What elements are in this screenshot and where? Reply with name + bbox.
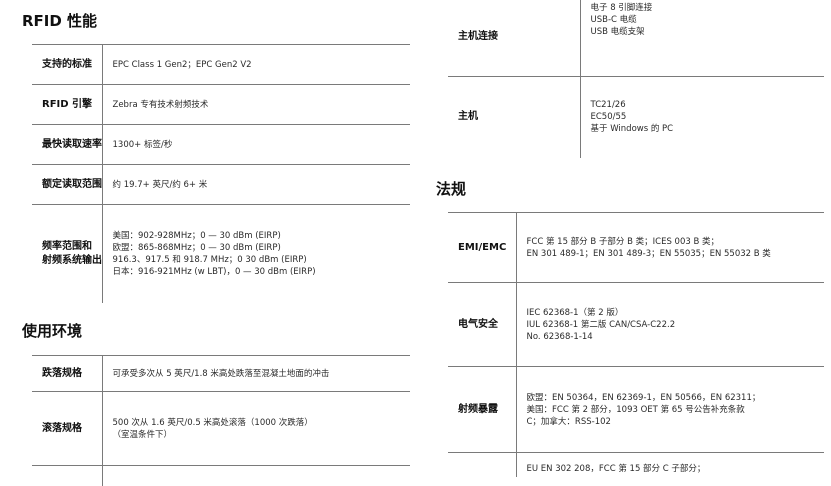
spec-value: 约 19.7+ 英尺/约 6+ 米 [101, 164, 410, 205]
table-row: EMI/EMC FCC 第 15 部分 B 子部分 B 类；ICES 003 B… [448, 212, 824, 283]
section-title-regulatory: 法规 [436, 180, 467, 198]
spec-key: 支持的标准 [32, 44, 103, 85]
table-row: RFID 引擎 Zebra 专有技术射频技术 [32, 84, 410, 125]
spec-value: EU EN 302 208，FCC 第 15 部分 C 子部分； [515, 452, 824, 477]
environment-spec-table: 跌落规格 可承受多次从 5 英尺/1.8 米高处跌落至混凝土地面的冲击 滚落规格… [32, 355, 410, 486]
table-row: 额定读取范围 约 19.7+ 英尺/约 6+ 米 [32, 164, 410, 205]
spec-key: 主机连接 [448, 0, 581, 77]
spec-key-line: 支持的标准 [42, 58, 92, 70]
table-row: 主机连接 电子 8 引脚连接 USB-C 电缆 USB 电缆支架 [448, 0, 824, 77]
table-row: 支持的标准 EPC Class 1 Gen2；EPC Gen2 V2 [32, 44, 410, 85]
spec-value: 可承受多次从 5 英尺/1.8 米高处跌落至混凝土地面的冲击 [101, 355, 410, 392]
spec-value-line: 916.3、917.5 和 918.7 MHz；0 30 dBm (EIRP) [112, 254, 307, 265]
spec-value: 美国：902-928MHz；0 — 30 dBm (EIRP) 欧盟：865-8… [101, 204, 410, 303]
regulatory-spec-table: EMI/EMC FCC 第 15 部分 B 子部分 B 类；ICES 003 B… [448, 212, 824, 477]
spec-value-line: 500 次从 1.6 英尺/0.5 米高处滚落（1000 次跌落） [112, 417, 313, 428]
spec-key: 主机 [448, 75, 581, 158]
spec-value-line: 欧盟：EN 50364，EN 62369-1，EN 50566，EN 62311… [526, 392, 761, 403]
section-title-rfid: RFID 性能 [22, 12, 98, 30]
spec-value-line: 日本：916-921MHz (w LBT)，0 — 30 dBm (EIRP) [112, 266, 316, 277]
spec-key-line: 滚落规格 [42, 422, 82, 434]
spec-value-line: EN 301 489-1；EN 301 489-3；EN 55035；EN 55… [526, 248, 771, 259]
table-row: 跌落规格 可承受多次从 5 英尺/1.8 米高处跌落至混凝土地面的冲击 [32, 355, 410, 392]
spec-value-line: No. 62368-1-14 [526, 331, 593, 342]
spec-value: EPC Class 1 Gen2；EPC Gen2 V2 [101, 44, 410, 85]
spec-value-line: 电子 8 引脚连接 [590, 3, 653, 13]
spec-value: IEC 62368-1（第 2 版） IUL 62368-1 第二版 CAN/C… [515, 282, 824, 367]
rfid-spec-table: 支持的标准 EPC Class 1 Gen2；EPC Gen2 V2 RFID … [32, 44, 410, 303]
spec-value-line: C；加拿大：RSS-102 [526, 416, 611, 427]
spec-key-line: 主机连接 [458, 30, 498, 42]
table-row: 最快读取速率 1300+ 标签/秒 [32, 124, 410, 165]
spec-value-line: EC50/55 [590, 112, 627, 123]
spec-value-line: Zebra 专有技术射频技术 [112, 99, 209, 110]
spec-value-line: 美国：902-928MHz；0 — 30 dBm (EIRP) [112, 230, 281, 241]
table-row: 滚落规格 500 次从 1.6 英尺/0.5 米高处滚落（1000 次跌落） （… [32, 391, 410, 466]
spec-key-line: RFID 引擎 [42, 98, 93, 110]
spec-value: 电子 8 引脚连接 USB-C 电缆 USB 电缆支架 [579, 0, 824, 77]
section-title-environment: 使用环境 [22, 322, 83, 340]
table-row: EU EN 302 208，FCC 第 15 部分 C 子部分； [448, 452, 824, 477]
spec-value-line: 欧盟：865-868MHz；0 — 30 dBm (EIRP) [112, 242, 281, 253]
spec-value-line: USB-C 电缆 [590, 15, 637, 25]
spec-value: 欧盟：EN 50364，EN 62369-1，EN 50566，EN 62311… [515, 366, 824, 453]
spec-value-line: 可承受多次从 5 英尺/1.8 米高处跌落至混凝土地面的冲击 [112, 368, 330, 379]
spec-value: 1300+ 标签/秒 [101, 124, 410, 165]
spec-key: 滚落规格 [32, 391, 103, 466]
spec-key-line: 射频暴露 [458, 403, 498, 415]
spec-key [448, 452, 517, 477]
spec-key: 额定读取范围 [32, 164, 103, 205]
spec-key-line: EMI/EMC [458, 241, 507, 253]
spec-key: 频率范围和 射频系统输出 [32, 204, 103, 303]
spec-value-line: USB 电缆支架 [590, 27, 645, 37]
spec-key-line: 电气安全 [458, 318, 498, 330]
spec-key-line: 跌落规格 [42, 367, 82, 379]
spec-key: RFID 引擎 [32, 84, 103, 125]
spec-key: 最快读取速率 [32, 124, 103, 165]
spec-value-line: 美国：FCC 第 2 部分，1093 OET 第 65 号公告补充条款 [526, 404, 745, 415]
spec-value-line: 1300+ 标签/秒 [112, 139, 173, 150]
spec-key-line: 射频系统输出 [42, 254, 102, 266]
table-row: 主机 TC21/26 EC50/55 基于 Windows 的 PC [448, 75, 824, 158]
host-spec-table: 主机连接 电子 8 引脚连接 USB-C 电缆 USB 电缆支架 主机 TC21… [448, 0, 824, 158]
spec-value [101, 465, 410, 486]
table-row: 电气安全 IEC 62368-1（第 2 版） IUL 62368-1 第二版 … [448, 282, 824, 367]
spec-value-line: EU EN 302 208，FCC 第 15 部分 C 子部分； [526, 463, 706, 474]
table-row [32, 465, 410, 486]
spec-value-line: 基于 Windows 的 PC [590, 124, 674, 135]
spec-value: TC21/26 EC50/55 基于 Windows 的 PC [579, 75, 824, 158]
spec-key: 射频暴露 [448, 366, 517, 453]
spec-key-line: 额定读取范围 [42, 178, 102, 190]
spec-key-line: 频率范围和 [42, 240, 92, 252]
spec-value-line: （室温条件下） [112, 429, 173, 440]
spec-value-line: IUL 62368-1 第二版 CAN/CSA-C22.2 [526, 319, 676, 330]
spec-key: 电气安全 [448, 282, 517, 367]
table-row: 频率范围和 射频系统输出 美国：902-928MHz；0 — 30 dBm (E… [32, 204, 410, 303]
spec-value-line: 约 19.7+ 英尺/约 6+ 米 [112, 179, 208, 190]
spec-key: EMI/EMC [448, 212, 517, 283]
spec-key: 跌落规格 [32, 355, 103, 392]
spec-key-line: 主机 [458, 111, 478, 123]
spec-value-line: FCC 第 15 部分 B 子部分 B 类；ICES 003 B 类； [526, 236, 720, 247]
spec-value: FCC 第 15 部分 B 子部分 B 类；ICES 003 B 类； EN 3… [515, 212, 824, 283]
spec-value-line: IEC 62368-1（第 2 版） [526, 307, 624, 318]
spec-value-line: EPC Class 1 Gen2；EPC Gen2 V2 [112, 59, 252, 70]
table-row: 射频暴露 欧盟：EN 50364，EN 62369-1，EN 50566，EN … [448, 366, 824, 453]
spec-key-line: 最快读取速率 [42, 138, 102, 150]
spec-value-line: TC21/26 [590, 100, 626, 111]
spec-value: 500 次从 1.6 英尺/0.5 米高处滚落（1000 次跌落） （室温条件下… [101, 391, 410, 466]
spec-key [32, 465, 103, 486]
spec-value: Zebra 专有技术射频技术 [101, 84, 410, 125]
